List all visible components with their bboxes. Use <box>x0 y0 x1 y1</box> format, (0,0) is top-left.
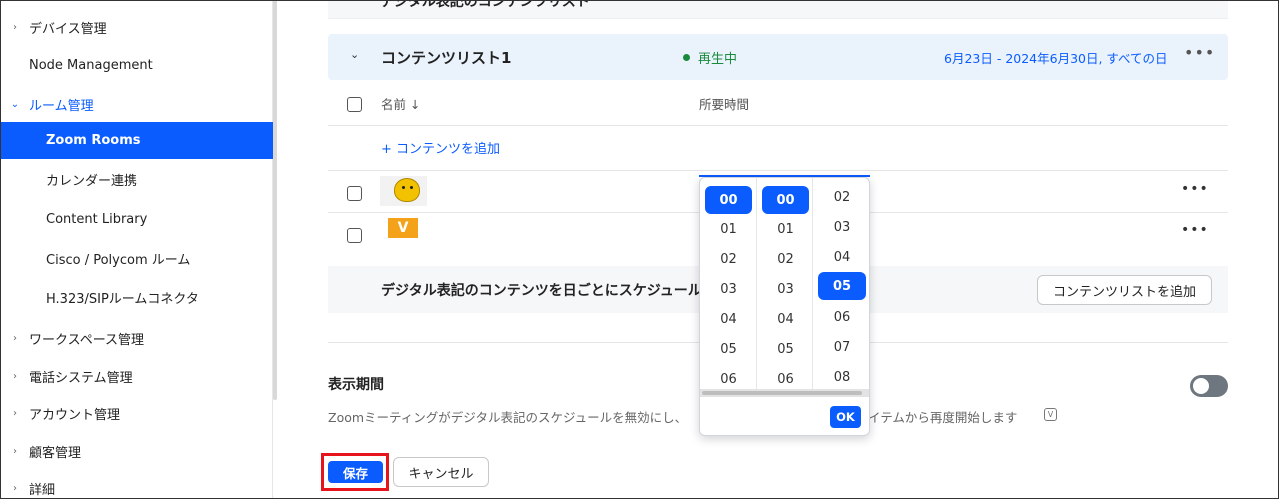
sidebar-scrollbar[interactable] <box>273 0 277 400</box>
status-badge: 再生中 <box>683 48 737 67</box>
chevron-right-icon: › <box>13 408 17 419</box>
thumbnail-detail <box>410 186 413 189</box>
sidebar-item-zoom-rooms[interactable]: Zoom Rooms <box>1 122 273 159</box>
hour-option[interactable]: 00 <box>705 186 752 214</box>
minute-option[interactable]: 02 <box>762 245 809 273</box>
sidebar-item-phone-system[interactable]: › 電話システム管理 <box>1 358 273 395</box>
sidebar-item-cisco-polycom[interactable]: Cisco / Polycom ルーム <box>1 240 273 277</box>
minute-option[interactable]: 03 <box>762 275 809 303</box>
content-list-header: ⌄ コンテンツリスト1 再生中 6月23日 - 2024年6月30日, すべての… <box>328 34 1228 80</box>
content-list-title: コンテンツリスト1 <box>381 49 512 67</box>
minute-option[interactable]: 00 <box>762 186 809 214</box>
second-option[interactable]: 07 <box>818 333 866 361</box>
chevron-down-icon[interactable]: ⌄ <box>350 48 359 61</box>
character-image <box>394 178 420 202</box>
second-option[interactable]: 06 <box>818 303 866 331</box>
picker-scrollbar-thumb[interactable] <box>702 391 862 395</box>
hour-option[interactable]: 02 <box>705 245 752 273</box>
info-badge-icon: V <box>1044 408 1057 421</box>
row-checkbox[interactable] <box>347 228 362 243</box>
more-options-icon[interactable]: ••• <box>1184 43 1215 62</box>
sidebar-item-label: ルーム管理 <box>29 99 94 114</box>
sidebar-item-label: Zoom Rooms <box>46 133 141 148</box>
display-period-toggle[interactable] <box>1190 375 1228 397</box>
status-dot-icon <box>683 54 690 61</box>
minute-option[interactable]: 05 <box>762 335 809 363</box>
row-checkbox[interactable] <box>347 186 362 201</box>
sidebar-item-details[interactable]: › 詳細 <box>1 470 273 499</box>
save-button[interactable]: 保存 <box>328 461 383 483</box>
toggle-knob <box>1193 378 1209 394</box>
second-option[interactable]: 02 <box>818 183 866 211</box>
sidebar-item-label: 詳細 <box>29 483 56 498</box>
thumbnail-detail <box>402 186 405 189</box>
time-picker: 00 01 02 03 04 05 06 00 01 02 03 04 05 0… <box>699 177 870 436</box>
sidebar-item-content-library[interactable]: Content Library <box>1 201 273 238</box>
sidebar-item-label: Cisco / Polycom ルーム <box>46 253 191 268</box>
sidebar-item-workspace-management[interactable]: › ワークスペース管理 <box>1 320 273 357</box>
row-more-options-icon[interactable]: ••• <box>1181 181 1209 197</box>
sidebar-item-calendar-integration[interactable]: カレンダー連携 <box>1 161 273 198</box>
second-option[interactable]: 08 <box>818 363 866 391</box>
schedule-text: デジタル表記のコンテンツを日ごとにスケジュール <box>381 283 701 299</box>
status-text: 再生中 <box>698 52 738 67</box>
sidebar-item-node-management[interactable]: Node Management <box>1 47 273 84</box>
sidebar: › デバイス管理 Node Management ⌄ ルーム管理 Zoom Ro… <box>1 0 273 499</box>
add-content-list-button[interactable]: コンテンツリストを追加 <box>1037 275 1212 305</box>
sidebar-item-account-management[interactable]: › アカウント管理 <box>1 395 273 432</box>
chevron-right-icon: › <box>13 333 17 344</box>
seconds-column[interactable]: 02 03 04 05 06 07 08 <box>813 178 869 391</box>
second-option[interactable]: 03 <box>818 213 866 241</box>
sidebar-item-customer-management[interactable]: › 顧客管理 <box>1 433 273 470</box>
sidebar-item-device-management[interactable]: › デバイス管理 <box>1 9 273 46</box>
sidebar-item-label: 顧客管理 <box>29 446 82 461</box>
row-more-options-icon[interactable]: ••• <box>1181 222 1209 238</box>
chevron-right-icon: › <box>13 446 17 457</box>
ok-button[interactable]: OK <box>830 406 861 428</box>
sidebar-item-room-management[interactable]: ⌄ ルーム管理 <box>1 86 273 123</box>
display-period-description-tail: イテムから再度開始します <box>868 410 1018 425</box>
hour-option[interactable]: 05 <box>705 335 752 363</box>
sidebar-item-h323-sip[interactable]: H.323/SIPルームコネクタ <box>1 279 273 316</box>
content-thumbnail <box>380 176 427 206</box>
select-all-checkbox[interactable] <box>347 97 362 112</box>
cancel-button[interactable]: キャンセル <box>393 457 489 487</box>
hour-option[interactable]: 03 <box>705 275 752 303</box>
add-content-link[interactable]: + コンテンツを追加 <box>381 138 500 157</box>
sidebar-item-label: ワークスペース管理 <box>29 333 145 348</box>
sidebar-item-label: Content Library <box>46 212 148 227</box>
chevron-right-icon: › <box>13 483 17 494</box>
minutes-column[interactable]: 00 01 02 03 04 05 06 <box>757 178 813 389</box>
save-highlight: 保存 <box>321 453 389 491</box>
second-option[interactable]: 05 <box>818 272 866 300</box>
chevron-down-icon: ⌄ <box>10 99 20 110</box>
sidebar-item-label: デバイス管理 <box>29 22 107 37</box>
chevron-right-icon: › <box>13 22 17 33</box>
sidebar-item-label: カレンダー連携 <box>46 174 138 189</box>
divider <box>328 170 1228 171</box>
sidebar-item-label: Node Management <box>29 58 153 73</box>
minute-option[interactable]: 01 <box>762 215 809 243</box>
previous-list-header: デジタル表記のコンテンツリスト <box>328 0 1228 19</box>
hour-option[interactable]: 01 <box>705 215 752 243</box>
display-period-title: 表示期間 <box>328 377 384 393</box>
column-header-duration: 所要時間 <box>699 97 750 112</box>
hour-option[interactable]: 04 <box>705 305 752 333</box>
date-range-link[interactable]: 6月23日 - 2024年6月30日, すべての日 <box>944 48 1168 67</box>
sidebar-item-label: 電話システム管理 <box>29 371 133 386</box>
minute-option[interactable]: 04 <box>762 305 809 333</box>
content-thumbnail: V <box>388 215 420 245</box>
thumbnail-logo: V <box>388 218 418 238</box>
hours-column[interactable]: 00 01 02 03 04 05 06 <box>700 178 757 389</box>
previous-list-title: デジタル表記のコンテンツリスト <box>380 0 590 10</box>
sidebar-item-label: H.323/SIPルームコネクタ <box>46 292 199 307</box>
sidebar-item-label: アカウント管理 <box>29 408 121 423</box>
column-header-name[interactable]: 名前 ↓ <box>381 94 420 113</box>
divider <box>328 125 1228 126</box>
second-option[interactable]: 04 <box>818 243 866 271</box>
chevron-right-icon: › <box>13 371 17 382</box>
picker-scrollbar[interactable] <box>700 389 869 397</box>
display-period-description: Zoomミーティングがデジタル表記のスケジュールを無効にし、 <box>328 410 688 425</box>
